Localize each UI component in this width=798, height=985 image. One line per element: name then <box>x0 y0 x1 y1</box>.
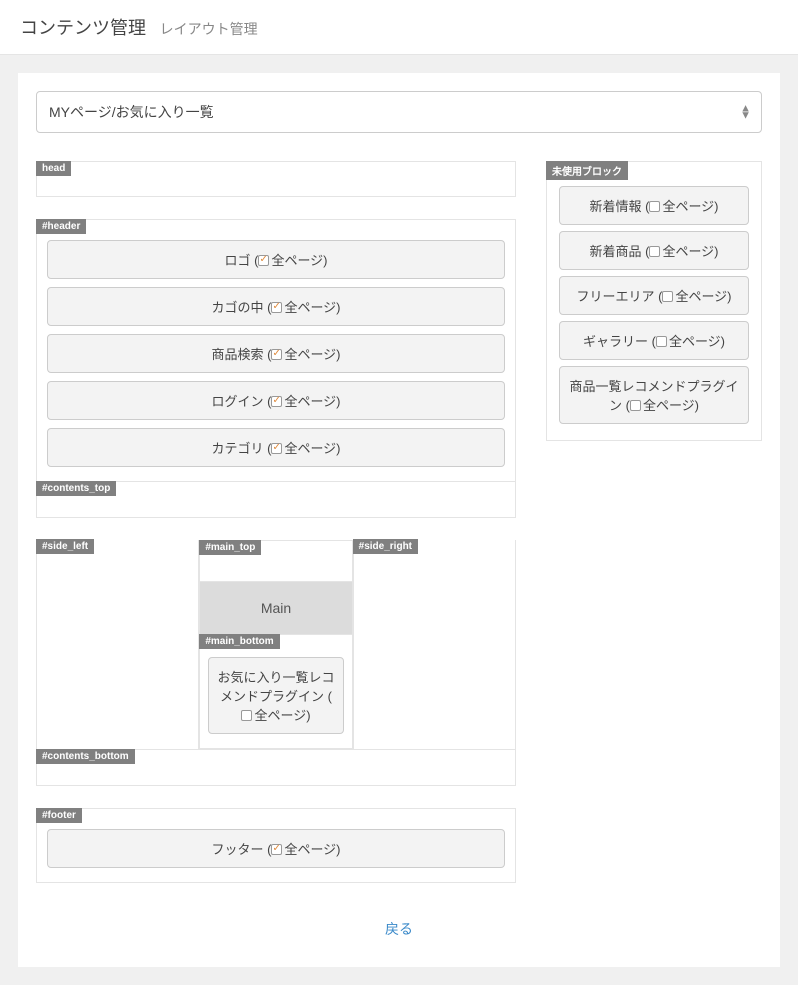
region-header[interactable]: #header ロゴ (全ページ)カゴの中 (全ページ)商品検索 (全ページ)ロ… <box>36 219 516 482</box>
block-name: お気に入り一覧レコメンドプラグイン ( <box>217 670 334 704</box>
region-label-side-left: #side_left <box>36 539 94 554</box>
all-pages-label: 全ページ) <box>643 398 699 413</box>
region-unused[interactable]: 未使用ブロック 新着情報 ( 全ページ) 新着商品 ( 全ページ) フリーエリア ( 全ペ… <box>546 161 762 441</box>
block-name: フリーエリア ( <box>576 289 662 304</box>
region-main-top[interactable]: #main_top <box>199 540 352 582</box>
block-name: 商品検索 ( <box>211 347 271 362</box>
all-pages-label: 全ページ) <box>284 441 340 456</box>
region-side-right[interactable]: #side_right <box>354 540 516 750</box>
all-pages-checkbox[interactable] <box>656 336 667 347</box>
region-footer[interactable]: #footer フッター ( 全ページ) <box>36 808 516 883</box>
all-pages-label: 全ページ) <box>662 199 718 214</box>
all-pages-checkbox[interactable] <box>271 396 282 407</box>
page-header: コンテンツ管理 レイアウト管理 <box>0 0 798 55</box>
all-pages-checkbox[interactable] <box>662 291 673 302</box>
page-subtitle: レイアウト管理 <box>160 19 258 39</box>
layout-block[interactable]: ログイン ( 全ページ) <box>47 381 505 420</box>
layout-panel: MYページ/お気に入り一覧 ▲▼ head #header ロゴ (全ページ)カ… <box>18 73 780 967</box>
page-title: コンテンツ管理 <box>20 14 146 40</box>
unused-column: 未使用ブロック 新着情報 ( 全ページ) 新着商品 ( 全ページ) フリーエリア ( 全ペ… <box>546 161 762 441</box>
region-label-unused: 未使用ブロック <box>546 161 628 180</box>
layout-column: head #header ロゴ ( 全ページ) カゴの中 ( 全ページ) 商品検索 ( 全… <box>36 161 516 883</box>
region-label-header: #header <box>36 219 86 234</box>
region-label-main-bottom: #main_bottom <box>199 634 279 649</box>
block-name: 新着情報 ( <box>589 199 649 214</box>
back-link[interactable]: 戻る <box>385 921 413 937</box>
block-name: カテゴリ ( <box>211 441 271 456</box>
layout-block[interactable]: 商品検索 ( 全ページ) <box>47 334 505 373</box>
all-pages-checkbox[interactable] <box>649 201 660 212</box>
main-label: Main <box>261 600 291 616</box>
layout-block[interactable]: 新着商品 ( 全ページ) <box>559 231 749 270</box>
all-pages-checkbox[interactable] <box>258 255 269 266</box>
layout-block[interactable]: ギャラリー ( 全ページ) <box>559 321 749 360</box>
page-select[interactable]: MYページ/お気に入り一覧 ▲▼ <box>36 91 762 133</box>
all-pages-label: 全ページ) <box>669 334 725 349</box>
all-pages-checkbox[interactable] <box>241 710 252 721</box>
layout-block[interactable]: フッター ( 全ページ) <box>47 829 505 868</box>
block-name: ログイン ( <box>211 394 271 409</box>
layout-block[interactable]: 新着情報 ( 全ページ) <box>559 186 749 225</box>
block-name: ギャラリー ( <box>583 334 656 349</box>
main-column: #main_top Main #main_bottom お気に入り一覧レコメンド… <box>199 540 353 750</box>
region-contents-bottom[interactable]: #contents_bottom <box>36 750 516 786</box>
region-label-contents-top: #contents_top <box>36 481 116 496</box>
all-pages-label: 全ページ) <box>284 347 340 362</box>
layout-block[interactable]: 商品一覧レコメンドプラグイン (全ページ) <box>559 366 749 424</box>
region-main-bottom[interactable]: #main_bottom お気に入り一覧レコメンドプラグイン ( 全ページ) <box>199 635 352 749</box>
block-name: フッター ( <box>211 842 271 857</box>
all-pages-label: 全ページ) <box>284 300 340 315</box>
all-pages-label: 全ページ) <box>254 708 310 723</box>
region-label-head: head <box>36 161 71 176</box>
all-pages-label: 全ページ) <box>675 289 731 304</box>
layout-block[interactable]: お気に入り一覧レコメンドプラグイン ( 全ページ) <box>208 657 343 734</box>
all-pages-checkbox[interactable] <box>630 400 641 411</box>
back-link-wrap: 戻る <box>36 919 762 949</box>
all-pages-label: 全ページ) <box>662 244 718 259</box>
all-pages-checkbox[interactable] <box>271 844 282 855</box>
region-label-side-right: #side_right <box>353 539 418 554</box>
region-label-contents-bottom: #contents_bottom <box>36 749 135 764</box>
all-pages-checkbox[interactable] <box>649 246 660 257</box>
block-name: 新着商品 ( <box>589 244 649 259</box>
region-side-left[interactable]: #side_left <box>36 540 199 750</box>
block-name: カゴの中 ( <box>211 300 271 315</box>
layout-block[interactable]: カテゴリ ( 全ページ) <box>47 428 505 467</box>
middle-row: #side_left #main_top Main #main_bottom お… <box>36 540 516 750</box>
layout-block[interactable]: ロゴ ( 全ページ) <box>47 240 505 279</box>
all-pages-label: 全ページ) <box>284 394 340 409</box>
layout-block[interactable]: フリーエリア ( 全ページ) <box>559 276 749 315</box>
all-pages-label: 全ページ) <box>284 842 340 857</box>
page-select-value: MYページ/お気に入り一覧 <box>49 104 214 120</box>
region-contents-top[interactable]: #contents_top <box>36 482 516 518</box>
all-pages-checkbox[interactable] <box>271 302 282 313</box>
all-pages-checkbox[interactable] <box>271 443 282 454</box>
region-label-main-top: #main_top <box>199 540 261 555</box>
block-name: ロゴ ( <box>224 253 258 268</box>
region-head[interactable]: head <box>36 161 516 197</box>
all-pages-label: 全ページ) <box>271 253 327 268</box>
region-label-footer: #footer <box>36 808 82 823</box>
all-pages-checkbox[interactable] <box>271 349 282 360</box>
updown-icon: ▲▼ <box>740 105 751 118</box>
region-main: Main <box>199 582 352 635</box>
layout-block[interactable]: カゴの中 ( 全ページ) <box>47 287 505 326</box>
